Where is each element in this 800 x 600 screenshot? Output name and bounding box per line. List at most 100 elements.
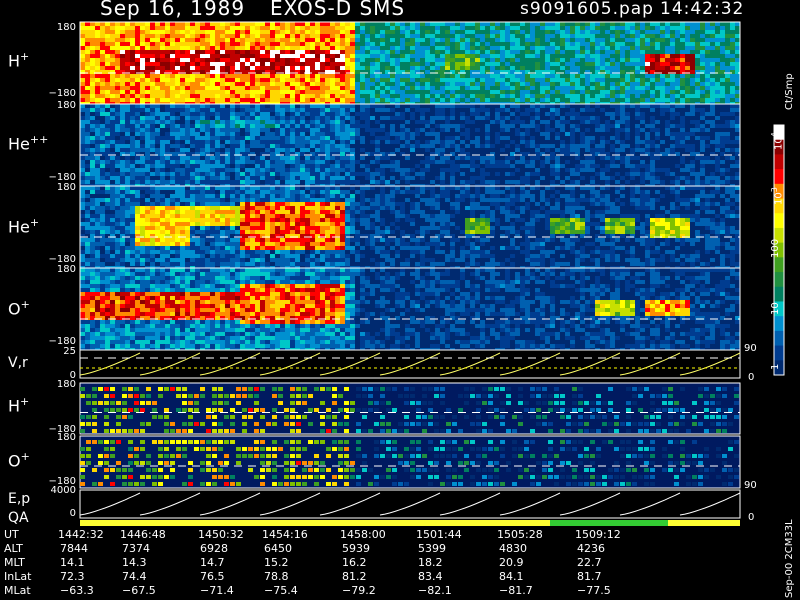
- heatmap-cell: [275, 132, 280, 136]
- heatmap-cell: [105, 90, 110, 94]
- heatmap-cell: [490, 34, 495, 38]
- heatmap-cell: [120, 50, 125, 54]
- heatmap-cell: [485, 156, 490, 160]
- heatmap-cell: [400, 132, 405, 136]
- heatmap-cell: [475, 156, 480, 160]
- heatmap-cell: [535, 50, 540, 54]
- heatmap-cell: [145, 152, 150, 156]
- heatmap-cell: [365, 128, 370, 132]
- heatmap-cell: [610, 94, 615, 98]
- heatmap-cell: [495, 136, 500, 140]
- heatmap-cell: [540, 136, 545, 140]
- heatmap-cell: [535, 58, 540, 62]
- heatmap-cell: [95, 136, 100, 140]
- heatmap-cell: [225, 120, 230, 124]
- heatmap-cell: [215, 30, 220, 34]
- heatmap-cell: [525, 86, 530, 90]
- heatmap-cell: [280, 120, 285, 124]
- heatmap-cell: [540, 144, 545, 148]
- heatmap-cell: [220, 132, 225, 136]
- heatmap-cell: [465, 112, 470, 116]
- heatmap-cell: [615, 42, 620, 46]
- heatmap-cell: [385, 38, 390, 42]
- heatmap-cell: [305, 90, 310, 94]
- heatmap-cell: [455, 128, 460, 132]
- heatmap-cell: [205, 108, 210, 112]
- heatmap-cell: [155, 42, 160, 46]
- heatmap-cell: [525, 108, 530, 112]
- heatmap-cell: [455, 38, 460, 42]
- heatmap-cell: [105, 168, 110, 172]
- heatmap-cell: [595, 172, 600, 176]
- heatmap-cell: [90, 128, 95, 132]
- heatmap-cell: [490, 136, 495, 140]
- heatmap-cell: [135, 22, 140, 26]
- heatmap-cell: [330, 112, 335, 116]
- heatmap-cell: [150, 168, 155, 172]
- heatmap-cell: [425, 156, 430, 160]
- heatmap-cell: [140, 74, 145, 78]
- heatmap-cell: [95, 148, 100, 152]
- heatmap-cell: [655, 22, 660, 26]
- heatmap-cell: [95, 34, 100, 38]
- heatmap-cell: [130, 136, 135, 140]
- heatmap-cell: [305, 104, 310, 108]
- heatmap-cell: [350, 140, 355, 144]
- heatmap-cell: [130, 152, 135, 156]
- heatmap-cell: [430, 120, 435, 124]
- heatmap-cell: [325, 22, 330, 26]
- heatmap-cell: [610, 98, 615, 102]
- heatmap-cell: [390, 160, 395, 164]
- heatmap-cell: [380, 46, 385, 50]
- heatmap-cell: [570, 140, 575, 144]
- heatmap-cell: [265, 132, 270, 136]
- heatmap-cell: [425, 98, 430, 102]
- heatmap-cell: [710, 50, 715, 54]
- heatmap-cell: [295, 104, 300, 108]
- heatmap-cell: [415, 156, 420, 160]
- heatmap-cell: [655, 38, 660, 42]
- heatmap-cell: [315, 144, 320, 148]
- heatmap-cell: [230, 176, 235, 180]
- heatmap-cell: [515, 176, 520, 180]
- heatmap-cell: [350, 120, 355, 124]
- heatmap-cell: [350, 62, 355, 66]
- heatmap-cell: [270, 86, 275, 90]
- heatmap-cell: [150, 148, 155, 152]
- heatmap-cell: [545, 160, 550, 164]
- heatmap-cell: [155, 172, 160, 176]
- heatmap-cell: [515, 94, 520, 98]
- heatmap-cell: [360, 144, 365, 148]
- heatmap-cell: [125, 98, 130, 102]
- heatmap-cell: [720, 42, 725, 46]
- heatmap-cell: [715, 90, 720, 94]
- heatmap-cell: [235, 136, 240, 140]
- heatmap-cell: [365, 172, 370, 176]
- heatmap-cell: [175, 94, 180, 98]
- heatmap-cell: [675, 22, 680, 26]
- heatmap-cell: [395, 66, 400, 70]
- heatmap-cell: [345, 148, 350, 152]
- heatmap-cell: [350, 78, 355, 82]
- heatmap-cell: [570, 156, 575, 160]
- heatmap-cell: [145, 132, 150, 136]
- heatmap-cell: [290, 46, 295, 50]
- heatmap-cell: [725, 46, 730, 50]
- heatmap-cell: [175, 128, 180, 132]
- heatmap-cell: [90, 30, 95, 34]
- heatmap-cell: [480, 104, 485, 108]
- heatmap-cell: [195, 34, 200, 38]
- heatmap-cell: [460, 82, 465, 86]
- heatmap-cell: [530, 58, 535, 62]
- heatmap-cell: [325, 140, 330, 144]
- heatmap-cell: [510, 38, 515, 42]
- heatmap-cell: [415, 90, 420, 94]
- heatmap-cell: [600, 38, 605, 42]
- heatmap-cell: [300, 42, 305, 46]
- heatmap-cell: [515, 86, 520, 90]
- heatmap-cell: [150, 132, 155, 136]
- heatmap-cell: [455, 42, 460, 46]
- heatmap-cell: [185, 50, 190, 54]
- heatmap-cell: [695, 42, 700, 46]
- heatmap-cell: [475, 22, 480, 26]
